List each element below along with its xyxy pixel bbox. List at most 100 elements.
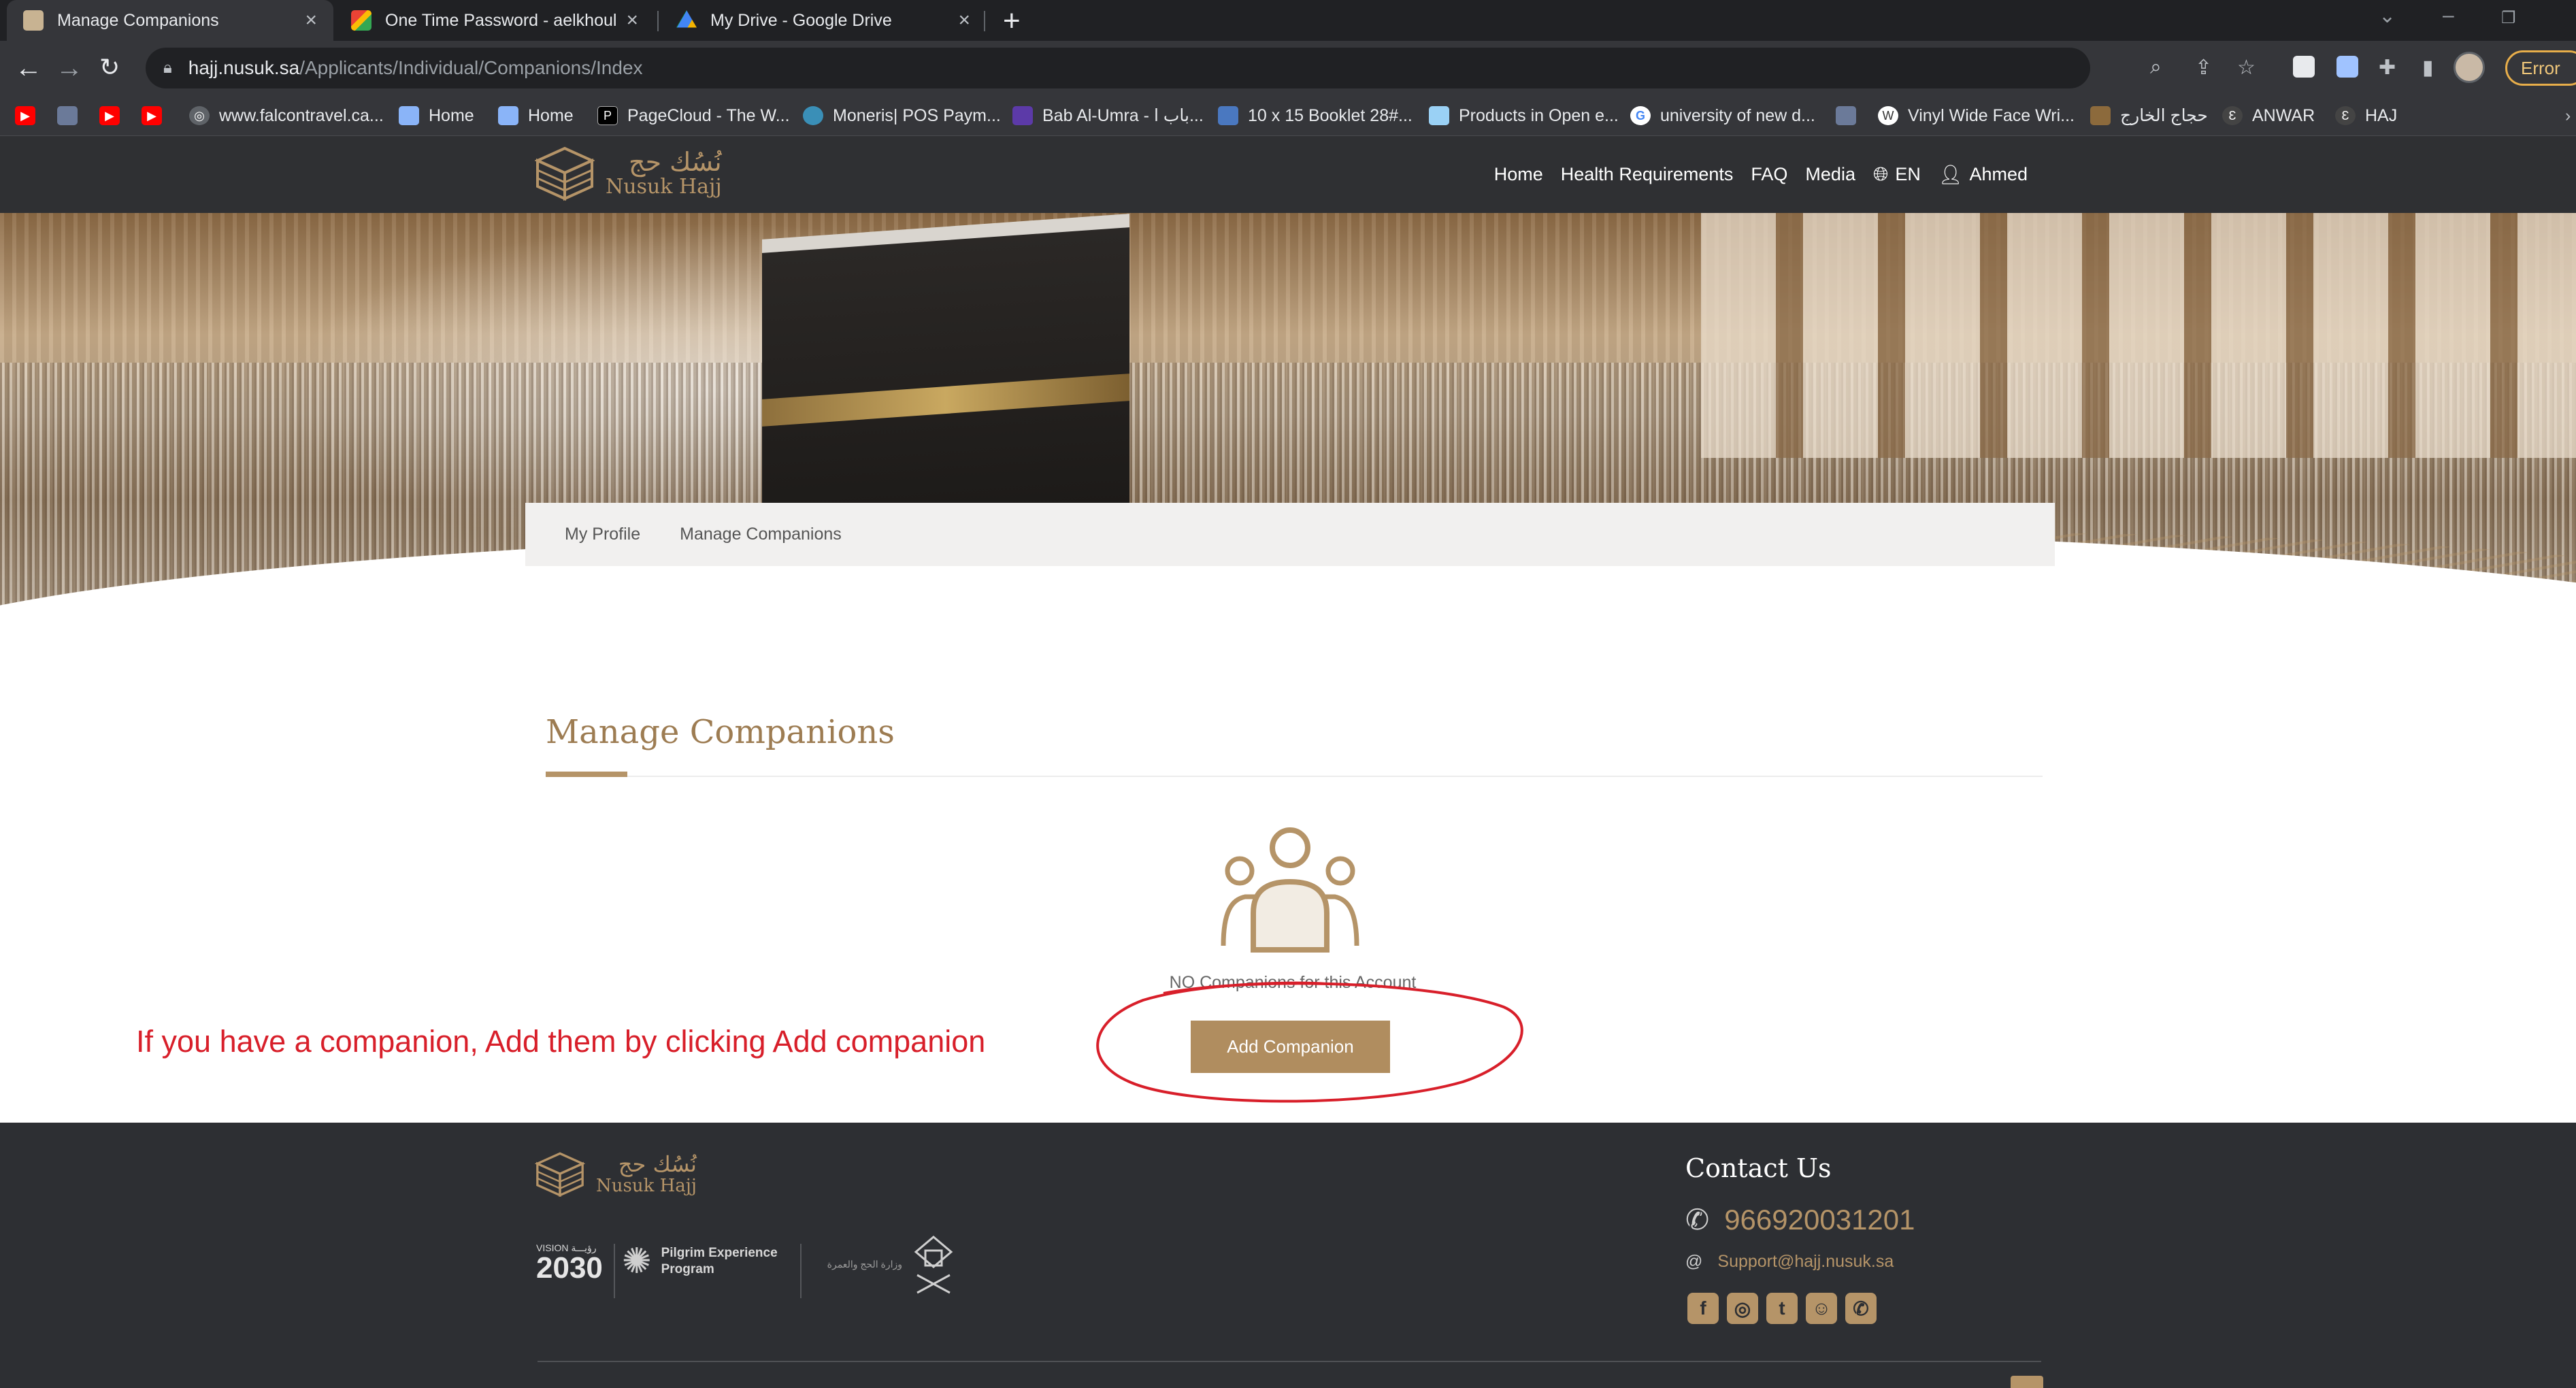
nusuk-logo[interactable]: نُسُك حج Nusuk Hajj bbox=[534, 146, 722, 201]
hero-banner bbox=[0, 213, 2576, 648]
program-seal-icon: ✺ bbox=[622, 1242, 652, 1281]
url-field[interactable]: 🔒︎ hajj.nusuk.sa/Applicants/Individual/C… bbox=[146, 48, 2090, 88]
bookmark-app[interactable] bbox=[57, 95, 87, 136]
bookmark-app[interactable] bbox=[1836, 95, 1866, 136]
bookmark-home[interactable]: Home bbox=[399, 95, 474, 136]
bookmark-pagecloud[interactable]: P PageCloud - The W... bbox=[597, 95, 790, 136]
new-tab-icon[interactable]: + bbox=[1003, 4, 1021, 38]
nusuk-favicon-icon bbox=[23, 10, 44, 31]
close-tab-icon[interactable]: × bbox=[626, 9, 638, 32]
more-bookmarks-icon[interactable]: › bbox=[2565, 95, 2571, 136]
instruction-annotation: If you have a companion, Add them by cli… bbox=[136, 1024, 986, 1059]
minimize-icon[interactable]: – bbox=[2443, 4, 2454, 27]
footer-logo[interactable]: نُسُك حج Nusuk Hajj bbox=[534, 1151, 697, 1197]
site-footer: نُسُك حج Nusuk Hajj VISION رؤيـــة 2030 … bbox=[0, 1123, 2576, 1388]
twitter-icon[interactable]: t bbox=[1766, 1293, 1798, 1324]
bookmark-products[interactable]: Products in Open e... bbox=[1429, 95, 1619, 136]
reload-icon[interactable]: ↻ bbox=[99, 53, 120, 82]
url-host: hajj.nusuk.sa bbox=[188, 57, 300, 78]
profile-avatar-icon[interactable] bbox=[2454, 52, 2485, 83]
contact-us-heading: Contact Us bbox=[1685, 1153, 1832, 1183]
instagram-icon[interactable]: ◎ bbox=[1727, 1293, 1758, 1324]
top-navigation: Home Health Requirements FAQ Media 🌐︎ EN … bbox=[1476, 136, 2028, 213]
google-icon: G bbox=[1630, 106, 1651, 125]
tab-title: My Drive - Google Drive bbox=[710, 10, 892, 30]
close-tab-icon[interactable]: × bbox=[305, 9, 317, 32]
zoom-icon[interactable]: ⌕ bbox=[2150, 56, 2162, 79]
moneris-icon bbox=[803, 106, 823, 125]
side-panel-icon[interactable]: ▮ bbox=[2422, 56, 2434, 80]
social-links: f ◎ t ☺ ✆ bbox=[1687, 1293, 1877, 1324]
bookmark-booklet[interactable]: 10 x 15 Booklet 28#... bbox=[1218, 95, 1413, 136]
url-path: /Applicants/Individual/Companions/Index bbox=[299, 57, 643, 78]
bookmark-hajj-abroad[interactable]: حجاج الخارج bbox=[2090, 95, 2208, 136]
footer-logo-english: Nusuk Hajj bbox=[596, 1176, 697, 1196]
forward-icon[interactable]: → bbox=[56, 53, 83, 84]
app-icon bbox=[1836, 106, 1856, 125]
share-icon[interactable]: ⇪ bbox=[2195, 56, 2212, 80]
bookmark-youtube[interactable]: ▶ bbox=[142, 95, 171, 136]
page-icon bbox=[399, 106, 419, 125]
lock-icon: 🔒︎ bbox=[163, 59, 172, 77]
anwar-icon: Ɛ bbox=[2222, 106, 2243, 125]
breadcrumb: My Profile Manage Companions bbox=[525, 503, 2055, 566]
page-title: Manage Companions bbox=[546, 713, 895, 751]
browser-tab-manage-companions[interactable]: Manage Companions × bbox=[7, 0, 333, 41]
bookmark-moneris[interactable]: Moneris| POS Paym... bbox=[803, 95, 1001, 136]
extension-icon[interactable] bbox=[2336, 56, 2358, 78]
hero-arcade bbox=[1701, 213, 2576, 458]
whatsapp-icon[interactable]: ✆ bbox=[1845, 1293, 1877, 1324]
bookmark-star-icon[interactable]: ☆ bbox=[2237, 56, 2256, 80]
bookmark-vinyl[interactable]: W Vinyl Wide Face Wri... bbox=[1878, 95, 2075, 136]
nav-faq[interactable]: FAQ bbox=[1751, 164, 1787, 185]
back-icon[interactable]: ← bbox=[15, 53, 42, 84]
tab-separator bbox=[657, 11, 659, 31]
bab-al-umra-icon bbox=[1012, 106, 1033, 125]
products-icon bbox=[1429, 106, 1449, 125]
nav-health-requirements[interactable]: Health Requirements bbox=[1561, 164, 1734, 185]
phone-icon: ✆ bbox=[1685, 1204, 1710, 1236]
scroll-to-top-button[interactable] bbox=[2011, 1376, 2043, 1388]
site-header: نُسُك حج Nusuk Hajj Home Health Requirem… bbox=[0, 136, 2576, 213]
footer-divider bbox=[538, 1361, 2041, 1362]
ministry-emblem-icon bbox=[912, 1234, 955, 1295]
bookmark-anwar[interactable]: Ɛ ANWAR bbox=[2222, 95, 2315, 136]
globe-icon: 🌐︎ bbox=[1872, 163, 1889, 184]
nav-home[interactable]: Home bbox=[1494, 164, 1543, 185]
bookmark-youtube[interactable]: ▶ bbox=[99, 95, 129, 136]
user-menu[interactable]: 👤︎ Ahmed bbox=[1938, 163, 2028, 186]
bookmark-falcontravel[interactable]: ◎ www.falcontravel.ca... bbox=[189, 95, 384, 136]
facebook-icon[interactable]: f bbox=[1687, 1293, 1719, 1324]
bookmark-university[interactable]: Guniversity of new d... bbox=[1630, 95, 1815, 136]
support-email[interactable]: @ Support@hajj.nusuk.sa bbox=[1685, 1252, 1894, 1272]
profile-error-button[interactable]: Error bbox=[2505, 50, 2576, 86]
breadcrumb-my-profile[interactable]: My Profile bbox=[565, 525, 640, 544]
browser-tab-drive[interactable]: My Drive - Google Drive × bbox=[660, 0, 987, 41]
breadcrumb-manage-companions[interactable]: Manage Companions bbox=[680, 525, 842, 544]
tab-title: One Time Password - aelkhouly@ bbox=[385, 10, 617, 30]
close-tab-icon[interactable]: × bbox=[958, 9, 970, 32]
tab-search-icon[interactable]: ⌄ bbox=[2379, 4, 2396, 28]
bookmark-home[interactable]: Home bbox=[498, 95, 574, 136]
tab-title: Manage Companions bbox=[57, 10, 219, 30]
drive-icon bbox=[676, 10, 697, 28]
snapchat-icon[interactable]: ☺ bbox=[1806, 1293, 1837, 1324]
add-companion-button[interactable]: Add Companion bbox=[1191, 1021, 1390, 1073]
logo-arabic: نُسُك حج bbox=[629, 147, 722, 177]
language-switch[interactable]: 🌐︎ EN bbox=[1873, 163, 1921, 186]
support-phone[interactable]: ✆ 966920031201 bbox=[1685, 1203, 1915, 1236]
bookmark-bab-al-umra[interactable]: Bab Al-Umra - باب ا... bbox=[1012, 95, 1204, 136]
app-icon bbox=[57, 106, 78, 125]
title-underline bbox=[546, 772, 627, 777]
ministry-hajj-umrah-logo: وزارة الحج والعمرة bbox=[827, 1259, 902, 1270]
extensions-puzzle-icon[interactable]: ✚ bbox=[2379, 56, 2396, 80]
tab-separator bbox=[984, 11, 985, 31]
restore-icon[interactable]: ❐ bbox=[2501, 8, 2516, 28]
extension-icon[interactable] bbox=[2293, 56, 2315, 78]
bookmark-haj[interactable]: Ɛ HAJ bbox=[2335, 95, 2397, 136]
logo-english: Nusuk Hajj bbox=[606, 175, 722, 199]
browser-tab-otp[interactable]: One Time Password - aelkhouly@ × bbox=[335, 0, 655, 41]
title-divider bbox=[546, 776, 2043, 777]
bookmark-youtube[interactable]: ▶ bbox=[15, 95, 45, 136]
nav-media[interactable]: Media bbox=[1805, 164, 1855, 185]
